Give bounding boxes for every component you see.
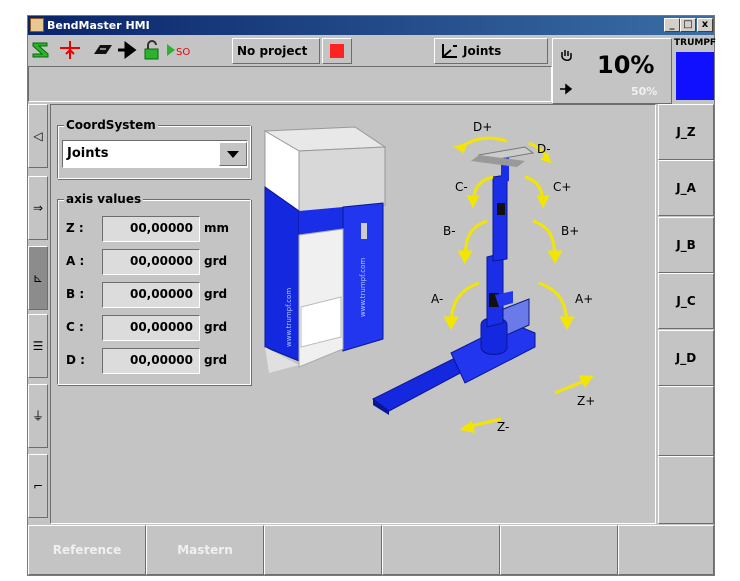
forward-icon[interactable] <box>116 40 140 60</box>
axis-unit: grd <box>204 320 228 334</box>
label-b-minus: B- <box>443 224 456 238</box>
left-btn-back[interactable]: ◁ <box>28 104 48 168</box>
axis-row: C : 00,00000 grd <box>58 315 250 341</box>
joint-button-j-a[interactable]: J_A <box>658 160 714 217</box>
project-field[interactable]: No project <box>232 38 320 64</box>
axis-label: D : <box>66 353 85 367</box>
axis-value-field: 00,00000 <box>102 348 200 374</box>
left-btn-tool[interactable]: ⏚ <box>28 384 48 448</box>
axis-row: B : 00,00000 grd <box>58 282 250 308</box>
axis-unit: grd <box>204 353 228 367</box>
bend-icon: ⌐ <box>32 479 44 493</box>
coordsystem-group: CoordSystem Joints <box>57 118 251 179</box>
axis-row: D : 00,00000 grd <box>58 348 250 374</box>
label-c-plus: C+ <box>553 180 571 194</box>
bottom-button-3[interactable] <box>264 525 382 575</box>
hand-icon <box>561 50 572 61</box>
joint-button-j-z[interactable]: J_Z <box>658 104 714 160</box>
speed-value: 10% <box>597 51 655 79</box>
dropdown-button[interactable] <box>219 142 247 166</box>
axis-values-group: axis values Z :00,00000 mm A :00,00000 grd B… <box>57 192 251 385</box>
axis-row: A : 00,00000 grd <box>58 249 250 275</box>
brand-color-swatch <box>676 52 714 100</box>
left-btn-forward[interactable]: ⇒ <box>28 176 48 240</box>
joint-button-j-d[interactable]: J_D <box>658 329 714 386</box>
ground-icon[interactable] <box>30 40 54 60</box>
label-c-minus: C- <box>455 180 468 194</box>
axis-value-field: 00,00000 <box>102 216 200 242</box>
label-a-minus: A- <box>431 292 443 306</box>
joint-button-j-c[interactable]: J_C <box>658 273 714 330</box>
chevron-down-icon <box>227 151 239 158</box>
bottom-button-6[interactable] <box>618 525 714 575</box>
speed-forward-icon <box>560 83 573 95</box>
main-panel: CoordSystem Joints axis values Z : 00,000… <box>50 104 656 524</box>
list-icon: ☰ <box>32 339 44 353</box>
left-btn-coords[interactable]: ⊾ <box>28 246 48 310</box>
bottom-button-5[interactable] <box>500 525 618 575</box>
toolbar: SO No project Joints <box>28 36 548 66</box>
speed-panel: 10% 50% <box>552 38 672 104</box>
minimize-button[interactable]: _ <box>664 18 680 32</box>
brand-logo: TRUMPF <box>674 38 717 48</box>
left-btn-list[interactable]: ☰ <box>28 314 48 378</box>
coord-mode-button[interactable]: Joints <box>434 38 548 64</box>
label-a-plus: A+ <box>575 292 593 306</box>
label-z-minus: Z- <box>497 420 509 434</box>
robot-illustration <box>372 146 536 415</box>
svg-text:SO: SO <box>176 47 190 58</box>
axis-label: Z : <box>66 221 84 235</box>
stop-button[interactable] <box>322 38 352 64</box>
axis-label: A : <box>66 254 85 268</box>
close-button[interactable]: x <box>697 18 713 32</box>
bend-line-icon[interactable] <box>58 40 82 60</box>
axis-row: Z : 00,00000 mm <box>58 216 250 242</box>
axis-unit: grd <box>204 254 228 268</box>
coordsystem-title: CoordSystem <box>64 118 158 132</box>
label-d-minus: D- <box>537 142 551 156</box>
axes-small-icon: ⊾ <box>32 271 44 285</box>
axis-value-field: 00,00000 <box>102 315 200 341</box>
coordsystem-select[interactable]: Joints <box>62 140 248 168</box>
label-b-plus: B+ <box>561 224 579 238</box>
right-btn-empty-1[interactable] <box>658 386 714 456</box>
left-btn-ground[interactable]: ⌐ <box>28 454 48 518</box>
status-bar <box>28 66 552 102</box>
coordsystem-selected: Joints <box>67 146 109 161</box>
sheet-icon[interactable] <box>90 40 114 60</box>
joint-button-j-b[interactable]: J_B <box>658 216 714 273</box>
axis-values-title: axis values <box>64 192 144 206</box>
coord-mode-label: Joints <box>463 44 502 58</box>
lock-icon[interactable] <box>140 40 164 60</box>
tool-icon: ⏚ <box>31 409 44 423</box>
bottom-button-4[interactable] <box>382 525 500 575</box>
title-bar: BendMaster HMI _ □ x <box>28 16 714 35</box>
axis-value-field: 00,00000 <box>102 249 200 275</box>
stop-icon <box>330 44 344 58</box>
forward-small-icon: ⇒ <box>32 201 44 215</box>
bottom-button-2[interactable]: Mastern <box>146 525 264 575</box>
back-arrow-icon: ◁ <box>33 129 43 143</box>
right-btn-empty-2[interactable] <box>658 456 714 524</box>
machine-diagram: www.trumpf.com www.trumpf.com D+ D- C- C… <box>263 120 595 434</box>
axis-value-field: 00,00000 <box>102 282 200 308</box>
label-d-plus: D+ <box>473 120 492 134</box>
iso-icon[interactable]: SO <box>166 40 190 60</box>
axis-label: C : <box>66 320 84 334</box>
app-icon <box>30 18 44 32</box>
axis-label: B : <box>66 287 85 301</box>
axis-unit: mm <box>204 221 230 235</box>
press-brake-illustration: www.trumpf.com www.trumpf.com <box>263 126 387 373</box>
window-title: BendMaster HMI <box>47 19 150 32</box>
bottom-button-1[interactable]: Reference <box>28 525 146 575</box>
axis-unit: grd <box>204 287 228 301</box>
speed-sub-value: 50% <box>631 85 658 98</box>
label-z-plus: Z+ <box>577 394 595 408</box>
brand-block: TRUMPF <box>674 38 717 104</box>
maximize-button[interactable]: □ <box>680 18 696 32</box>
coordinate-axes-icon <box>442 44 457 58</box>
machine-text-right: www.trumpf.com <box>359 258 367 317</box>
machine-text-left: www.trumpf.com <box>285 288 293 347</box>
